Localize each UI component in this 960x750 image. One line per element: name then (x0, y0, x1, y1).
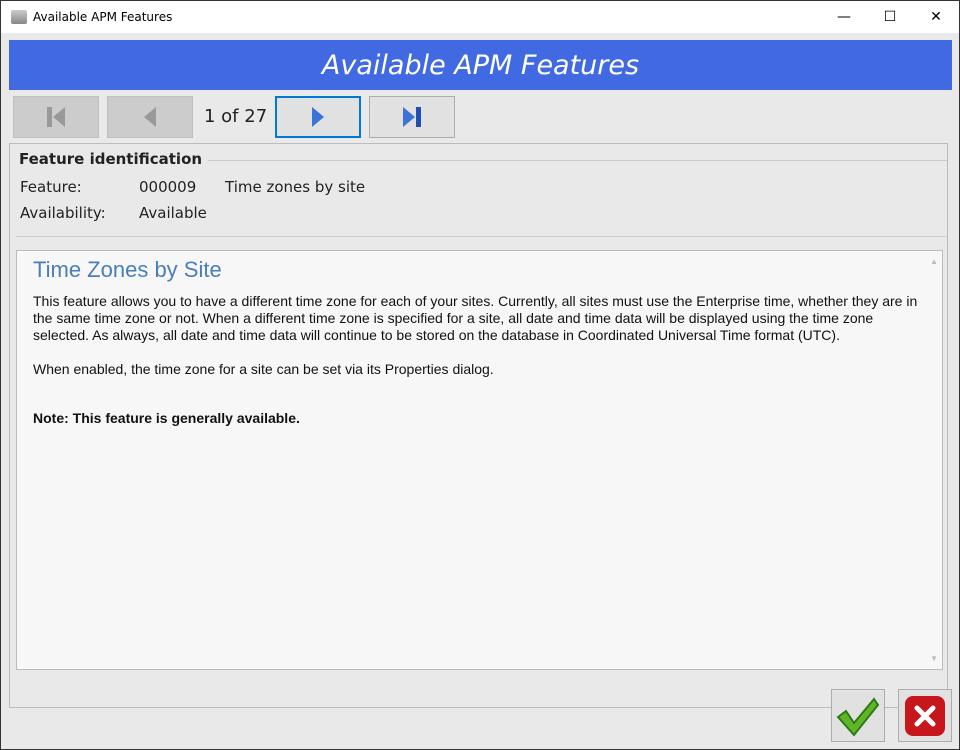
next-icon (312, 107, 324, 127)
description-heading: Time Zones by Site (33, 257, 222, 282)
first-icon (47, 107, 65, 127)
availability-value: Available (139, 204, 207, 222)
cancel-button[interactable] (898, 689, 952, 742)
feature-id: 000009 (139, 178, 197, 196)
close-button[interactable]: ✕ (913, 1, 959, 33)
title-bar: Available APM Features — ☐ ✕ (1, 1, 959, 33)
feature-description[interactable]: ▲ Time Zones by Site This feature allows… (16, 250, 943, 670)
next-button[interactable] (275, 96, 361, 138)
window-title: Available APM Features (33, 10, 173, 24)
scroll-up-icon[interactable]: ▲ (930, 253, 938, 270)
cancel-icon (905, 695, 945, 736)
previous-icon (144, 107, 156, 127)
feature-name: Time zones by site (225, 178, 366, 196)
group-legend: Feature identification (19, 150, 209, 168)
last-button[interactable] (369, 96, 455, 138)
app-icon (11, 10, 27, 24)
minimize-button[interactable]: — (821, 1, 867, 33)
description-paragraph: When enabled, the time zone for a site c… (33, 361, 494, 377)
scroll-down-icon[interactable]: ▼ (930, 650, 938, 667)
page-indicator: 1 of 27 (204, 106, 268, 127)
availability-label: Availability: (20, 204, 106, 222)
feature-identification-group: Feature identification Feature: 000009 T… (9, 143, 948, 708)
maximize-button[interactable]: ☐ (867, 1, 913, 33)
first-button[interactable] (13, 96, 99, 138)
last-icon (403, 107, 421, 127)
description-paragraph: This feature allows you to have a differ… (33, 293, 918, 343)
feature-label: Feature: (20, 178, 82, 196)
checkmark-icon (836, 696, 880, 737)
previous-button[interactable] (107, 96, 193, 138)
ok-button[interactable] (831, 689, 885, 742)
description-note: Note: This feature is generally availabl… (33, 410, 300, 426)
banner-title: Available APM Features (9, 40, 952, 90)
